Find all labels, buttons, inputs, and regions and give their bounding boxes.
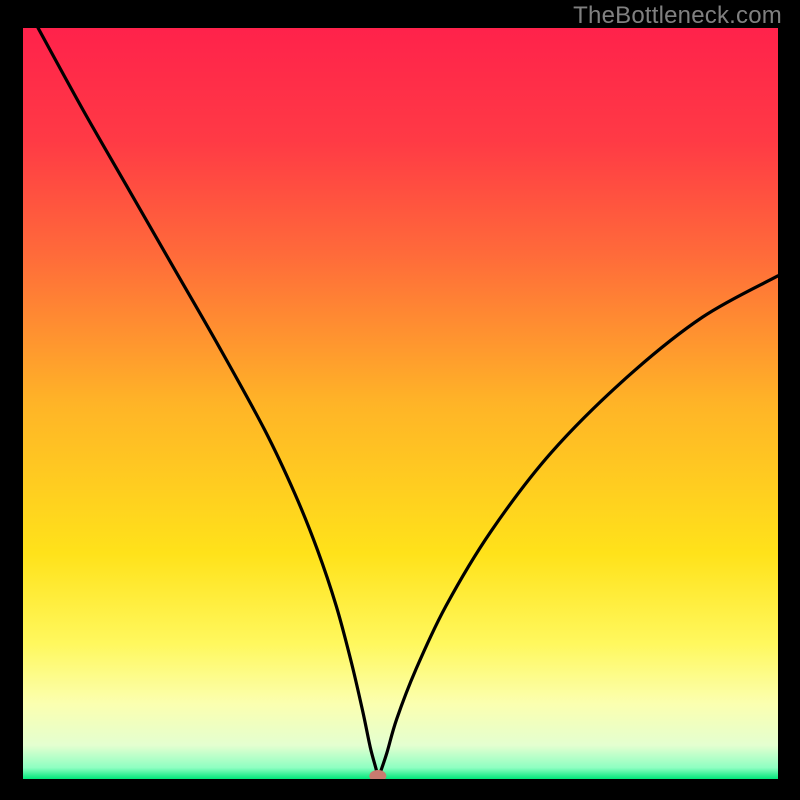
gradient-background bbox=[23, 28, 778, 779]
chart-container: TheBottleneck.com bbox=[0, 0, 800, 800]
bottleneck-chart bbox=[23, 28, 778, 779]
watermark-text: TheBottleneck.com bbox=[573, 2, 782, 30]
plot-frame bbox=[23, 28, 778, 779]
